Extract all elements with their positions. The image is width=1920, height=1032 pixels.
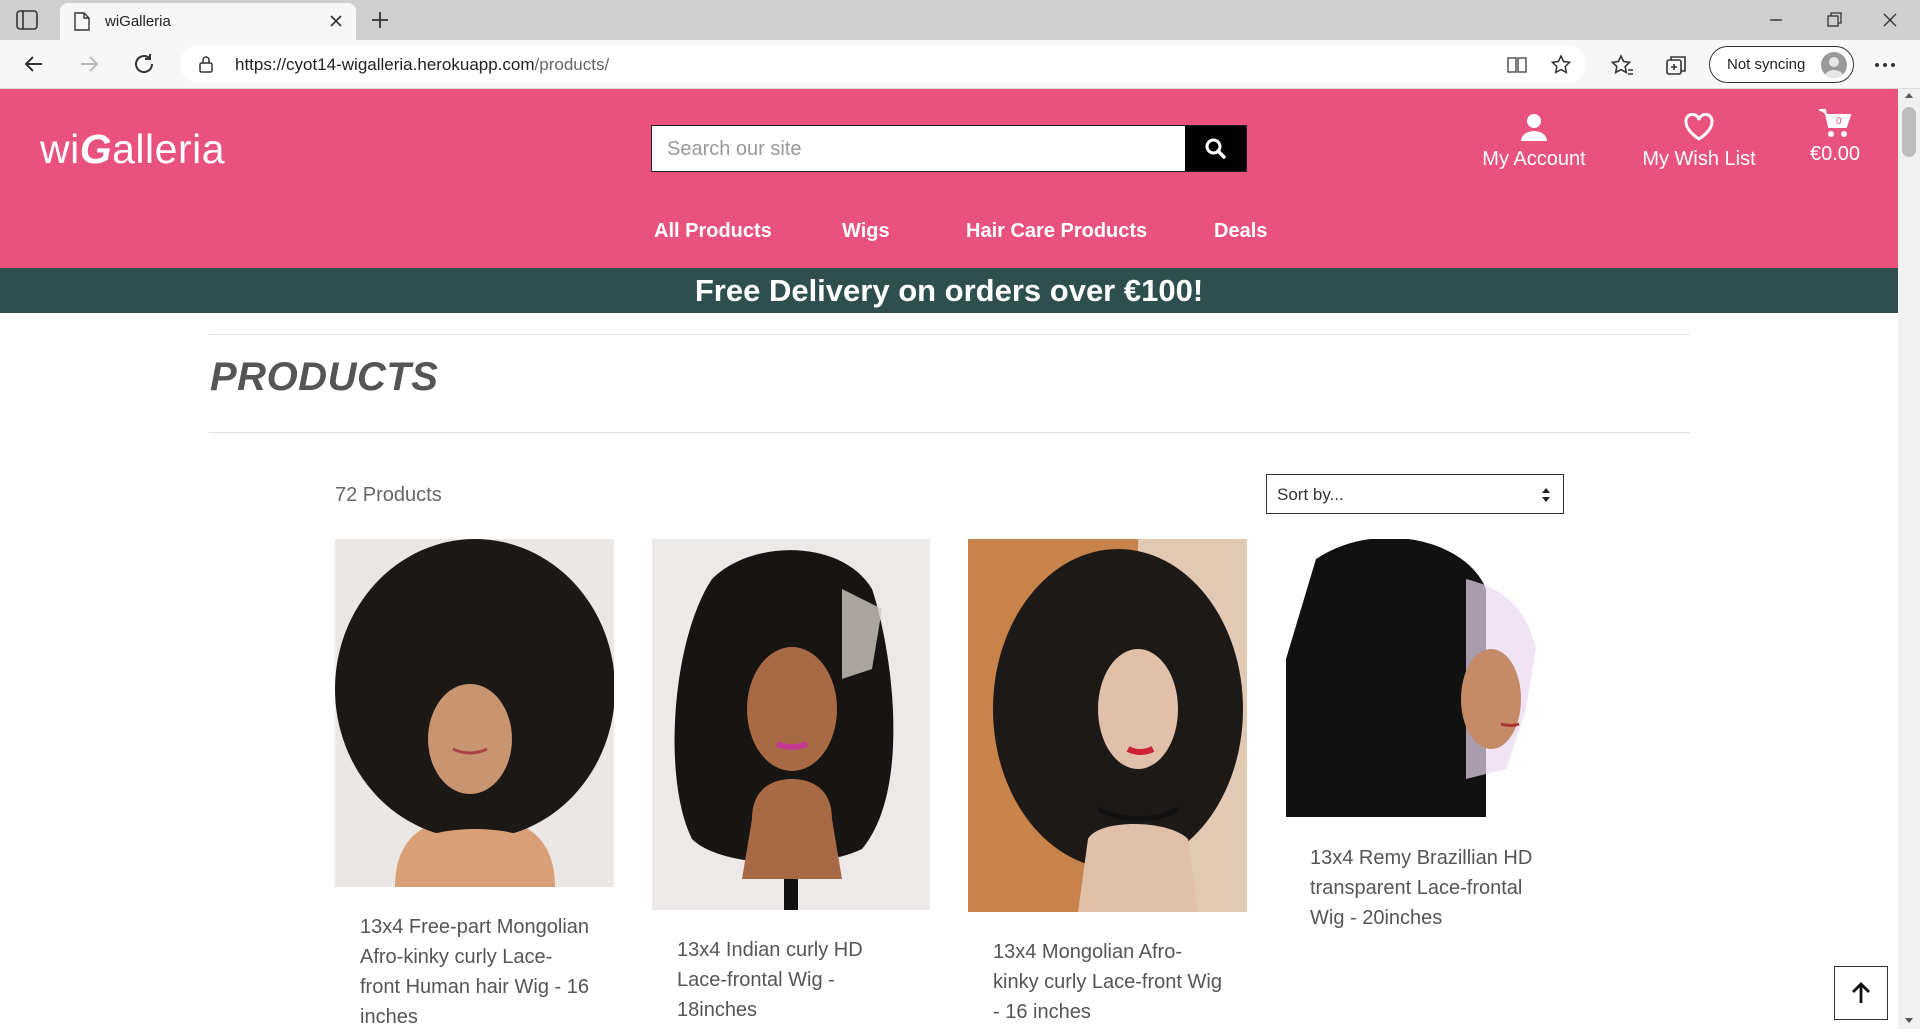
product-name[interactable]: 13x4 Indian curly HD Lace-frontal Wig - … [677,935,907,1025]
product-name[interactable]: 13x4 Mongolian Afro- kinky curly Lace-fr… [993,937,1233,1027]
collections-icon[interactable] [1664,53,1688,77]
browser-tab-strip: wiGalleria [0,0,1920,40]
wishlist-link[interactable]: My Wish List [1640,113,1758,171]
sort-label: Sort by... [1277,485,1344,504]
browser-tab[interactable]: wiGalleria [60,3,356,40]
sync-status: Not syncing [1727,56,1806,73]
scroll-down-icon[interactable] [1904,1017,1914,1025]
cart-link[interactable]: 0 €0.00 [1806,107,1864,166]
forward-icon[interactable] [77,52,101,76]
nav-wigs[interactable]: Wigs [842,220,890,243]
user-icon [1521,114,1547,141]
immersive-reader-icon[interactable] [1506,54,1528,76]
lock-icon[interactable] [198,55,214,73]
cart-count: 0 [1836,116,1842,127]
new-tab-icon[interactable] [370,10,390,30]
product-image[interactable] [335,539,614,887]
product-image[interactable] [652,539,930,910]
browser-toolbar: https://cyot14-wigalleria.herokuapp.com/… [0,40,1920,89]
search-input[interactable]: Search our site [667,138,802,161]
search-bar: Search our site [651,125,1247,172]
nav-all-products[interactable]: All Products [654,220,772,243]
favorites-icon[interactable] [1610,53,1634,77]
search-button[interactable] [1185,126,1246,171]
product-count: 72 Products [335,484,442,506]
product-image[interactable] [968,539,1247,912]
tab-actions-icon[interactable] [16,10,38,30]
product-name[interactable]: 13x4 Remy Brazillian HD transparent Lace… [1310,843,1550,933]
scroll-up-icon[interactable] [1904,91,1914,99]
avatar [1821,52,1847,78]
divider [209,432,1690,433]
delivery-banner: Free Delivery on orders over €100! [0,268,1898,313]
refresh-icon[interactable] [132,52,156,76]
my-account-link[interactable]: My Account [1480,113,1588,171]
wishlist-label: My Wish List [1642,148,1756,170]
tab-title: wiGalleria [105,13,171,30]
close-window-icon[interactable] [1880,10,1900,30]
heart-icon [1684,113,1714,141]
product-image[interactable] [1286,539,1564,817]
cart-total: €0.00 [1809,143,1861,165]
close-tab-icon[interactable] [328,13,344,29]
add-favorite-icon[interactable] [1550,54,1572,76]
site-header: wiGalleria Search our site My Account My… [0,89,1898,268]
nav-hair-care-products[interactable]: Hair Care Products [966,220,1147,243]
address-bar[interactable]: https://cyot14-wigalleria.herokuapp.com/… [180,45,1586,83]
divider [209,334,1690,335]
scrollbar-thumb[interactable] [1902,107,1916,157]
restore-icon[interactable] [1824,10,1844,30]
cart-icon [1819,109,1852,137]
page-title: PRODUCTS [210,355,439,399]
url-text: https://cyot14-wigalleria.herokuapp.com/… [235,55,610,74]
sort-arrows-icon [1542,488,1550,502]
search-icon [1205,138,1226,159]
minimize-icon[interactable] [1766,10,1786,30]
site-logo[interactable]: wiGalleria [40,126,225,173]
product-name[interactable]: 13x4 Free-part Mongolian Afro-kinky curl… [360,912,600,1032]
profile-button[interactable]: Not syncing [1709,46,1854,83]
my-account-label: My Account [1482,148,1586,170]
more-options-icon[interactable] [1874,62,1896,68]
page-scrollbar[interactable] [1898,89,1920,1029]
arrow-up-icon [1852,982,1870,1003]
sort-select[interactable]: Sort by... [1266,474,1564,514]
back-to-top-button[interactable] [1834,966,1888,1020]
page-icon [74,12,90,31]
nav-deals[interactable]: Deals [1214,220,1267,243]
back-icon[interactable] [22,52,46,76]
